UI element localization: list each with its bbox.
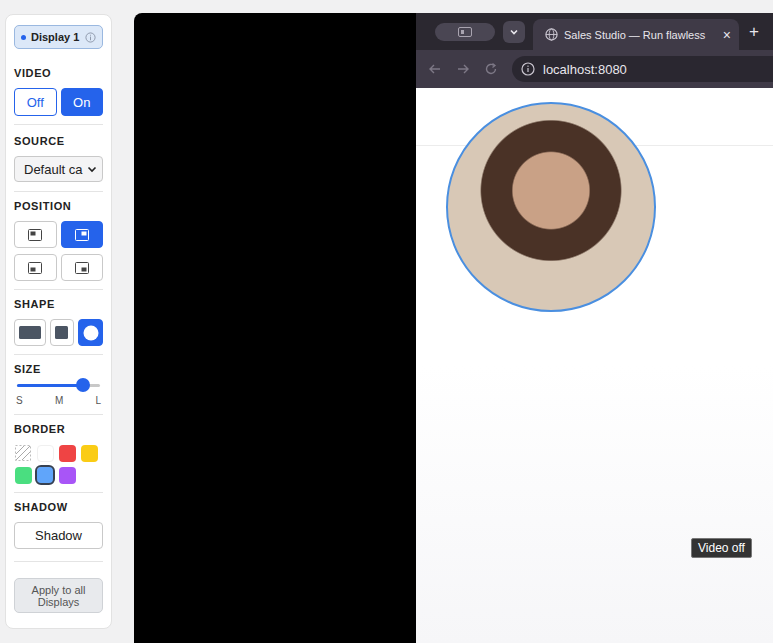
tab-close-button[interactable]: × (723, 27, 731, 43)
slider-thumb[interactable] (76, 378, 90, 392)
rectangle-shape-icon (19, 326, 41, 339)
reload-icon (484, 62, 498, 76)
display-label: Display 1 (31, 31, 80, 43)
select-value: Default ca (24, 162, 83, 177)
settings-panel: Display 1 VIDEO Off On SOURCE Default ca POSIT… (5, 14, 112, 629)
border-swatch[interactable] (36, 466, 54, 484)
tab-group-button[interactable] (435, 23, 495, 41)
shape-option[interactable] (78, 319, 103, 346)
divider: Apply to all Displays (14, 561, 103, 613)
source-section: SOURCE Default ca (14, 124, 103, 191)
position-option[interactable] (61, 254, 104, 281)
url-text: localhost:8080 (543, 62, 627, 77)
square-shape-icon (55, 326, 68, 339)
position-option[interactable] (14, 221, 57, 248)
browser-tab[interactable]: Sales Studio — Run flawless × (533, 19, 739, 50)
border-swatch[interactable] (36, 444, 54, 462)
tab-title: Sales Studio — Run flawless (564, 29, 717, 41)
color-swatch (37, 467, 54, 484)
position-grid (14, 221, 103, 281)
site-info-icon (521, 62, 535, 76)
size-tick: S (16, 395, 23, 406)
shared-browser-window: Sales Studio — Run flawless × + localhost:8… (416, 13, 773, 643)
section-label: POSITION (14, 200, 103, 212)
profile-card-icon (458, 27, 472, 37)
size-section: SIZE S M L (14, 354, 103, 414)
position-option[interactable] (14, 254, 57, 281)
color-swatch (59, 467, 76, 484)
tooltip: Video off (691, 538, 752, 558)
video-toggle: Off On (14, 88, 103, 116)
size-tick: L (95, 395, 101, 406)
color-swatch (37, 445, 54, 462)
section-label: BORDER (14, 423, 103, 435)
border-swatch[interactable] (14, 444, 32, 462)
tab-bar: Sales Studio — Run flawless × + (416, 13, 773, 50)
size-slider[interactable] (17, 384, 100, 387)
video-option[interactable]: Off (14, 88, 57, 116)
size-ticks: SML (14, 395, 103, 406)
shadow-section: SHADOW Shadow (14, 492, 103, 561)
new-tab-button[interactable]: + (747, 22, 759, 42)
position-section: POSITION (14, 191, 103, 289)
display-badge[interactable]: Display 1 (14, 25, 103, 49)
info-icon (85, 32, 96, 43)
border-swatches (14, 444, 102, 484)
chevron-down-icon (509, 27, 519, 37)
status-dot (21, 35, 26, 40)
section-label: VIDEO (14, 67, 103, 79)
size-tick: M (55, 395, 63, 406)
corner-position-icon (75, 262, 89, 274)
section-label: SIZE (14, 363, 103, 375)
section-label: SOURCE (14, 135, 103, 147)
position-option[interactable] (61, 221, 104, 248)
tab-search-button[interactable] (503, 21, 525, 43)
camera-bubble[interactable] (446, 102, 656, 312)
forward-arrow-icon (456, 62, 470, 76)
border-section: BORDER (14, 414, 103, 492)
shape-option[interactable] (14, 319, 46, 346)
globe-icon (545, 28, 558, 41)
shape-options (14, 319, 103, 346)
color-swatch (81, 445, 98, 462)
address-bar-row: localhost:8080 (416, 50, 773, 88)
slider-fill (17, 384, 83, 387)
button-label: Shadow (35, 528, 82, 543)
section-label: SHAPE (14, 298, 103, 310)
border-swatch[interactable] (58, 466, 76, 484)
border-swatch[interactable] (58, 444, 76, 462)
circle-shape-icon (83, 325, 99, 341)
color-swatch (15, 467, 32, 484)
corner-position-icon (28, 229, 42, 241)
option-label: On (73, 95, 90, 110)
page-content: Video off (416, 88, 773, 643)
screen-preview: Sales Studio — Run flawless × + localhost:8… (134, 13, 773, 643)
border-swatch[interactable] (14, 466, 32, 484)
corner-position-icon (75, 229, 89, 241)
no-border-icon (15, 445, 31, 461)
color-swatch (59, 445, 76, 462)
section-label: SHADOW (14, 501, 103, 513)
url-field[interactable]: localhost:8080 (512, 56, 773, 82)
video-section: VIDEO Off On (14, 59, 103, 124)
option-label: Off (27, 95, 44, 110)
source-select[interactable]: Default ca (14, 156, 103, 182)
shadow-button[interactable]: Shadow (14, 522, 103, 549)
button-label: Apply to all Displays (19, 584, 98, 608)
chevron-down-icon (87, 164, 97, 174)
video-option[interactable]: On (61, 88, 104, 116)
corner-position-icon (28, 262, 42, 274)
back-arrow-icon (428, 62, 442, 76)
apply-all-button[interactable]: Apply to all Displays (14, 578, 103, 613)
shape-section: SHAPE (14, 289, 103, 354)
shape-option[interactable] (50, 319, 75, 346)
border-swatch[interactable] (80, 444, 98, 462)
